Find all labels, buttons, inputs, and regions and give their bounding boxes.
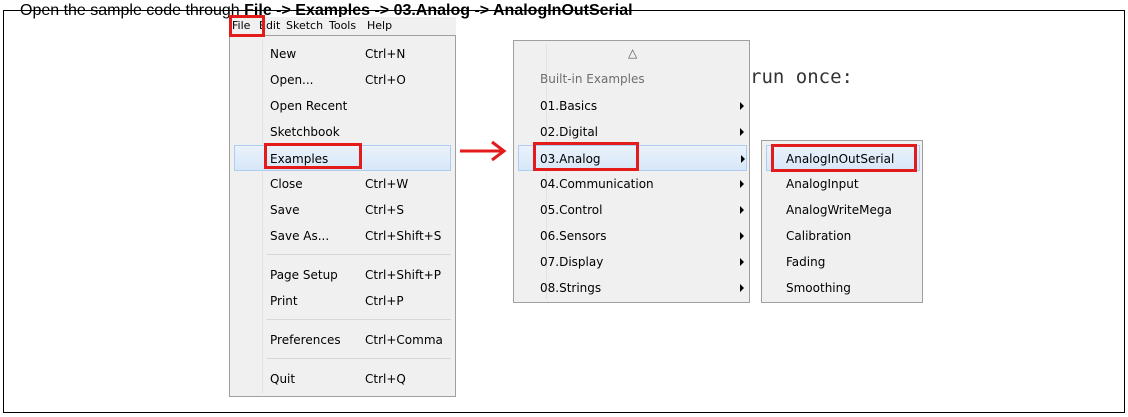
submenu-arrow-icon [741,155,745,163]
highlight-box-examples [264,143,362,169]
analog-item-analogwritemega[interactable]: AnalogWriteMega [762,197,922,223]
menu-item-shortcut: Ctrl+Q [365,372,406,386]
menu-item-label: Quit [270,372,296,386]
menu-item-label: Fading [786,255,826,269]
menu-item-shortcut: Ctrl+W [365,177,409,191]
menu-item-open-recent[interactable]: Open Recent [230,93,455,119]
menu-item-page-setup[interactable]: Page Setup Ctrl+Shift+P [230,262,455,288]
menu-item-label: 01.Basics [540,99,598,113]
menu-separator [266,254,451,255]
menu-item-label: Print [270,294,298,308]
menu-item-label: Close [270,177,303,191]
examples-item-communication[interactable]: 04.Communication [514,171,749,197]
menu-item-shortcut: Ctrl+Shift+P [365,268,441,282]
highlight-box-analog [533,142,639,171]
menu-item-label: AnalogWriteMega [786,203,892,217]
menu-item-label: Calibration [786,229,852,243]
examples-item-control[interactable]: 05.Control [514,197,749,223]
submenu-arrow-icon [740,206,744,214]
menu-help[interactable]: Help [367,17,392,35]
caption-text: Open the sample code through [20,2,245,19]
menu-item-label: 04.Communication [540,177,654,191]
menu-item-label: 08.Strings [540,281,602,295]
menu-item-new[interactable]: New Ctrl+N [230,41,455,67]
menu-item-quit[interactable]: Quit Ctrl+Q [230,366,455,392]
menu-item-shortcut: Ctrl+P [365,294,404,308]
menu-item-shortcut: Ctrl+S [365,203,405,217]
menu-item-label: Sketchbook [270,125,340,139]
analog-item-analoginput[interactable]: AnalogInput [762,171,922,197]
highlight-box-file [229,15,265,37]
red-arrow-icon [460,140,507,162]
caption-path-sketch: AnalogInOutSerial [493,2,633,19]
menu-item-close[interactable]: Close Ctrl+W [230,171,455,197]
examples-item-basics[interactable]: 01.Basics [514,93,749,119]
submenu-arrow-icon [740,232,744,240]
menu-item-label: Smoothing [786,281,851,295]
menu-item-label: 07.Display [540,255,604,269]
menu-item-shortcut: Ctrl+Comma [365,333,443,347]
menu-item-label: Open Recent [270,99,348,113]
menu-item-print[interactable]: Print Ctrl+P [230,288,455,314]
menu-item-label: Preferences [270,333,341,347]
submenu-arrow-icon [740,284,744,292]
menu-item-label: 06.Sensors [540,229,607,243]
analog-item-smoothing[interactable]: Smoothing [762,275,922,301]
menu-item-preferences[interactable]: Preferences Ctrl+Comma [230,327,455,353]
examples-submenu: △ Built-in Examples 01.Basics 02.Digital… [513,40,750,303]
menu-item-label: Save As... [270,229,330,243]
menu-item-label: 05.Control [540,203,603,217]
menu-item-shortcut: Ctrl+O [365,73,406,87]
examples-item-sensors[interactable]: 06.Sensors [514,223,749,249]
menu-item-label: Save [270,203,300,217]
menu-item-save[interactable]: Save Ctrl+S [230,197,455,223]
menu-item-save-as[interactable]: Save As... Ctrl+Shift+S [230,223,455,249]
examples-item-display[interactable]: 07.Display [514,249,749,275]
code-editor-text: run once: [750,66,853,88]
menu-item-shortcut: Ctrl+N [365,47,406,61]
menu-item-open[interactable]: Open... Ctrl+O [230,67,455,93]
menu-item-label: Page Setup [270,268,338,282]
menu-separator [266,319,451,320]
menu-sketch[interactable]: Sketch [286,17,323,35]
highlight-box-analoginoutserial [771,144,917,172]
examples-item-strings[interactable]: 08.Strings [514,275,749,301]
submenu-header: Built-in Examples [540,72,645,86]
caption-separator: -> [470,2,493,19]
submenu-arrow-icon [740,128,744,136]
submenu-arrow-icon [740,102,744,110]
scroll-up-icon[interactable]: △ [628,46,637,60]
submenu-arrow-icon [740,180,744,188]
submenu-arrow-icon [740,258,744,266]
menu-item-label: Open... [270,73,314,87]
menu-item-sketchbook[interactable]: Sketchbook [230,119,455,145]
analog-item-calibration[interactable]: Calibration [762,223,922,249]
menu-item-label: AnalogInput [786,177,859,191]
menu-separator [266,358,451,359]
menu-item-shortcut: Ctrl+Shift+S [365,229,442,243]
analog-item-fading[interactable]: Fading [762,249,922,275]
file-menu: New Ctrl+N Open... Ctrl+O Open Recent Sket… [229,35,456,397]
menu-tools[interactable]: Tools [329,17,356,35]
menu-item-label: New [270,47,297,61]
